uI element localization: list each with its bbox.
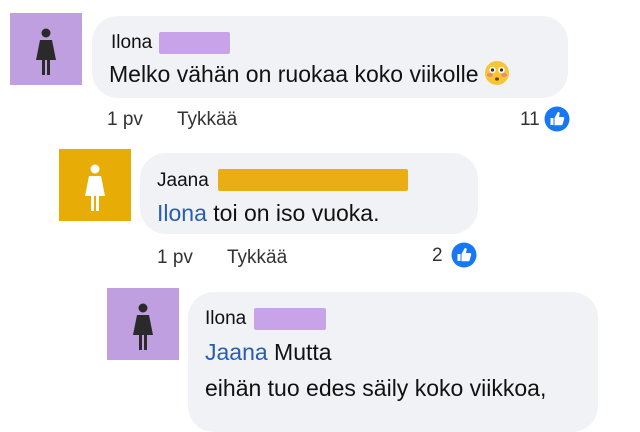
comment-timestamp[interactable]: 1 pv: [107, 109, 143, 131]
mention-link[interactable]: Ilona: [157, 200, 207, 226]
redacted-surname: [159, 32, 230, 54]
comment-text-body: toi on iso vuoka.: [206, 200, 380, 226]
like-button[interactable]: Tykkää: [227, 247, 287, 269]
like-count[interactable]: 11: [520, 109, 540, 131]
comment-text: Melko vähän on ruokaa koko viikolle: [109, 60, 510, 88]
mention-link[interactable]: Jaana: [205, 339, 268, 365]
thumbs-up-icon[interactable]: [451, 242, 477, 268]
female-figure-icon: [59, 149, 131, 221]
avatar-jaana[interactable]: [59, 149, 131, 221]
redacted-surname: [218, 169, 408, 191]
author-name[interactable]: Jaana: [157, 170, 209, 192]
like-count[interactable]: 2: [432, 245, 443, 267]
flushed-face-icon: [484, 60, 510, 86]
avatar-ilona[interactable]: [107, 288, 179, 360]
redacted-surname: [254, 308, 326, 330]
comment-text: Jaana Mutta: [205, 339, 332, 366]
comment-text-line-2: eihän tuo edes säily koko viikkoa,: [205, 375, 547, 401]
like-button[interactable]: Tykkää: [177, 109, 237, 131]
female-figure-icon: [107, 288, 179, 360]
comment-timestamp[interactable]: 1 pv: [157, 247, 193, 269]
comment-text-body: Mutta: [267, 339, 332, 365]
female-figure-icon: [10, 13, 82, 85]
author-name[interactable]: Ilona: [111, 32, 152, 54]
comment-text-body: Melko vähän on ruokaa koko viikolle: [109, 61, 479, 87]
author-name[interactable]: Ilona: [205, 308, 246, 330]
avatar-ilona[interactable]: [10, 13, 82, 85]
comment-text: Ilona toi on iso vuoka.: [157, 200, 379, 227]
thumbs-up-icon[interactable]: [544, 106, 570, 132]
